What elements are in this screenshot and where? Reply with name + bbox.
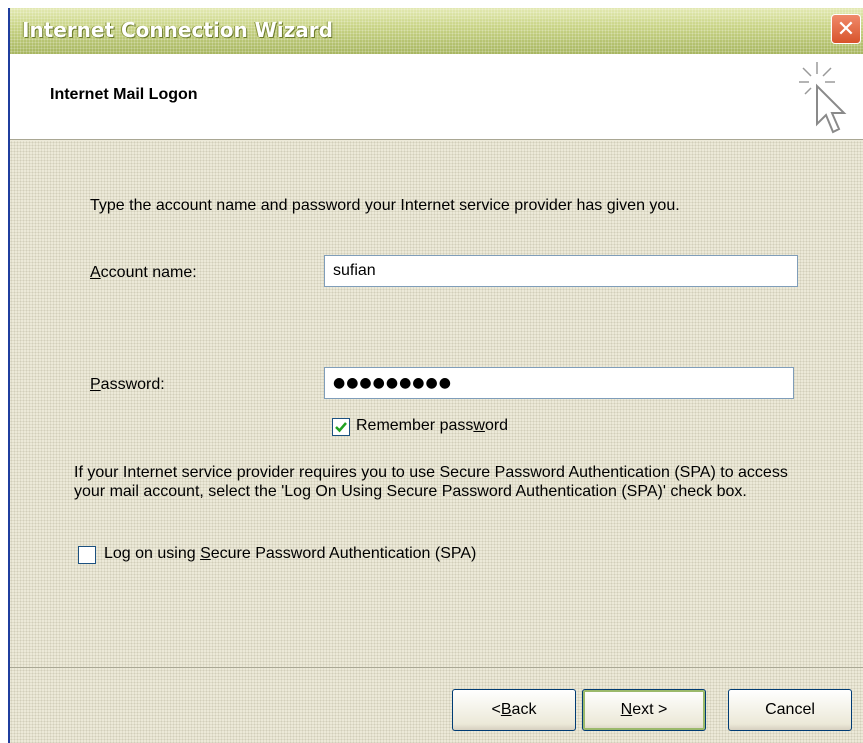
- password-label: Password:: [90, 376, 165, 393]
- spa-checkbox-label[interactable]: Log on using Secure Password Authenticat…: [104, 545, 476, 563]
- back-button[interactable]: < Back: [452, 689, 576, 731]
- remember-password-checkbox[interactable]: [332, 418, 350, 436]
- checkmark-icon: [335, 422, 347, 433]
- page-title: Internet Mail Logon: [50, 86, 198, 103]
- intro-text: Type the account name and password your …: [90, 197, 680, 214]
- wizard-window: Internet Connection Wizard ✕ Internet Ma…: [8, 8, 863, 743]
- spa-info-text: If your Internet service provider requir…: [74, 464, 788, 500]
- close-button[interactable]: ✕: [831, 14, 861, 44]
- wizard-content: Type the account name and password your …: [10, 141, 863, 743]
- spa-checkbox[interactable]: [78, 546, 96, 564]
- window-title: Internet Connection Wizard: [22, 18, 333, 42]
- account-name-value: sufian: [333, 262, 376, 279]
- wizard-header: Internet Mail Logon: [10, 54, 863, 140]
- password-value: ●●●●●●●●●: [333, 375, 452, 391]
- cancel-button[interactable]: Cancel: [728, 689, 852, 731]
- close-icon: ✕: [836, 16, 856, 41]
- password-input[interactable]: ●●●●●●●●●: [324, 367, 794, 399]
- wizard-cursor-icon: [795, 58, 855, 138]
- title-bar[interactable]: Internet Connection Wizard ✕: [10, 8, 863, 54]
- button-separator: [10, 667, 863, 668]
- account-name-input[interactable]: sufian: [324, 255, 798, 287]
- next-button[interactable]: Next >: [582, 689, 706, 731]
- account-name-label: Account name:: [90, 264, 197, 281]
- remember-password-label[interactable]: Remember password: [356, 417, 508, 435]
